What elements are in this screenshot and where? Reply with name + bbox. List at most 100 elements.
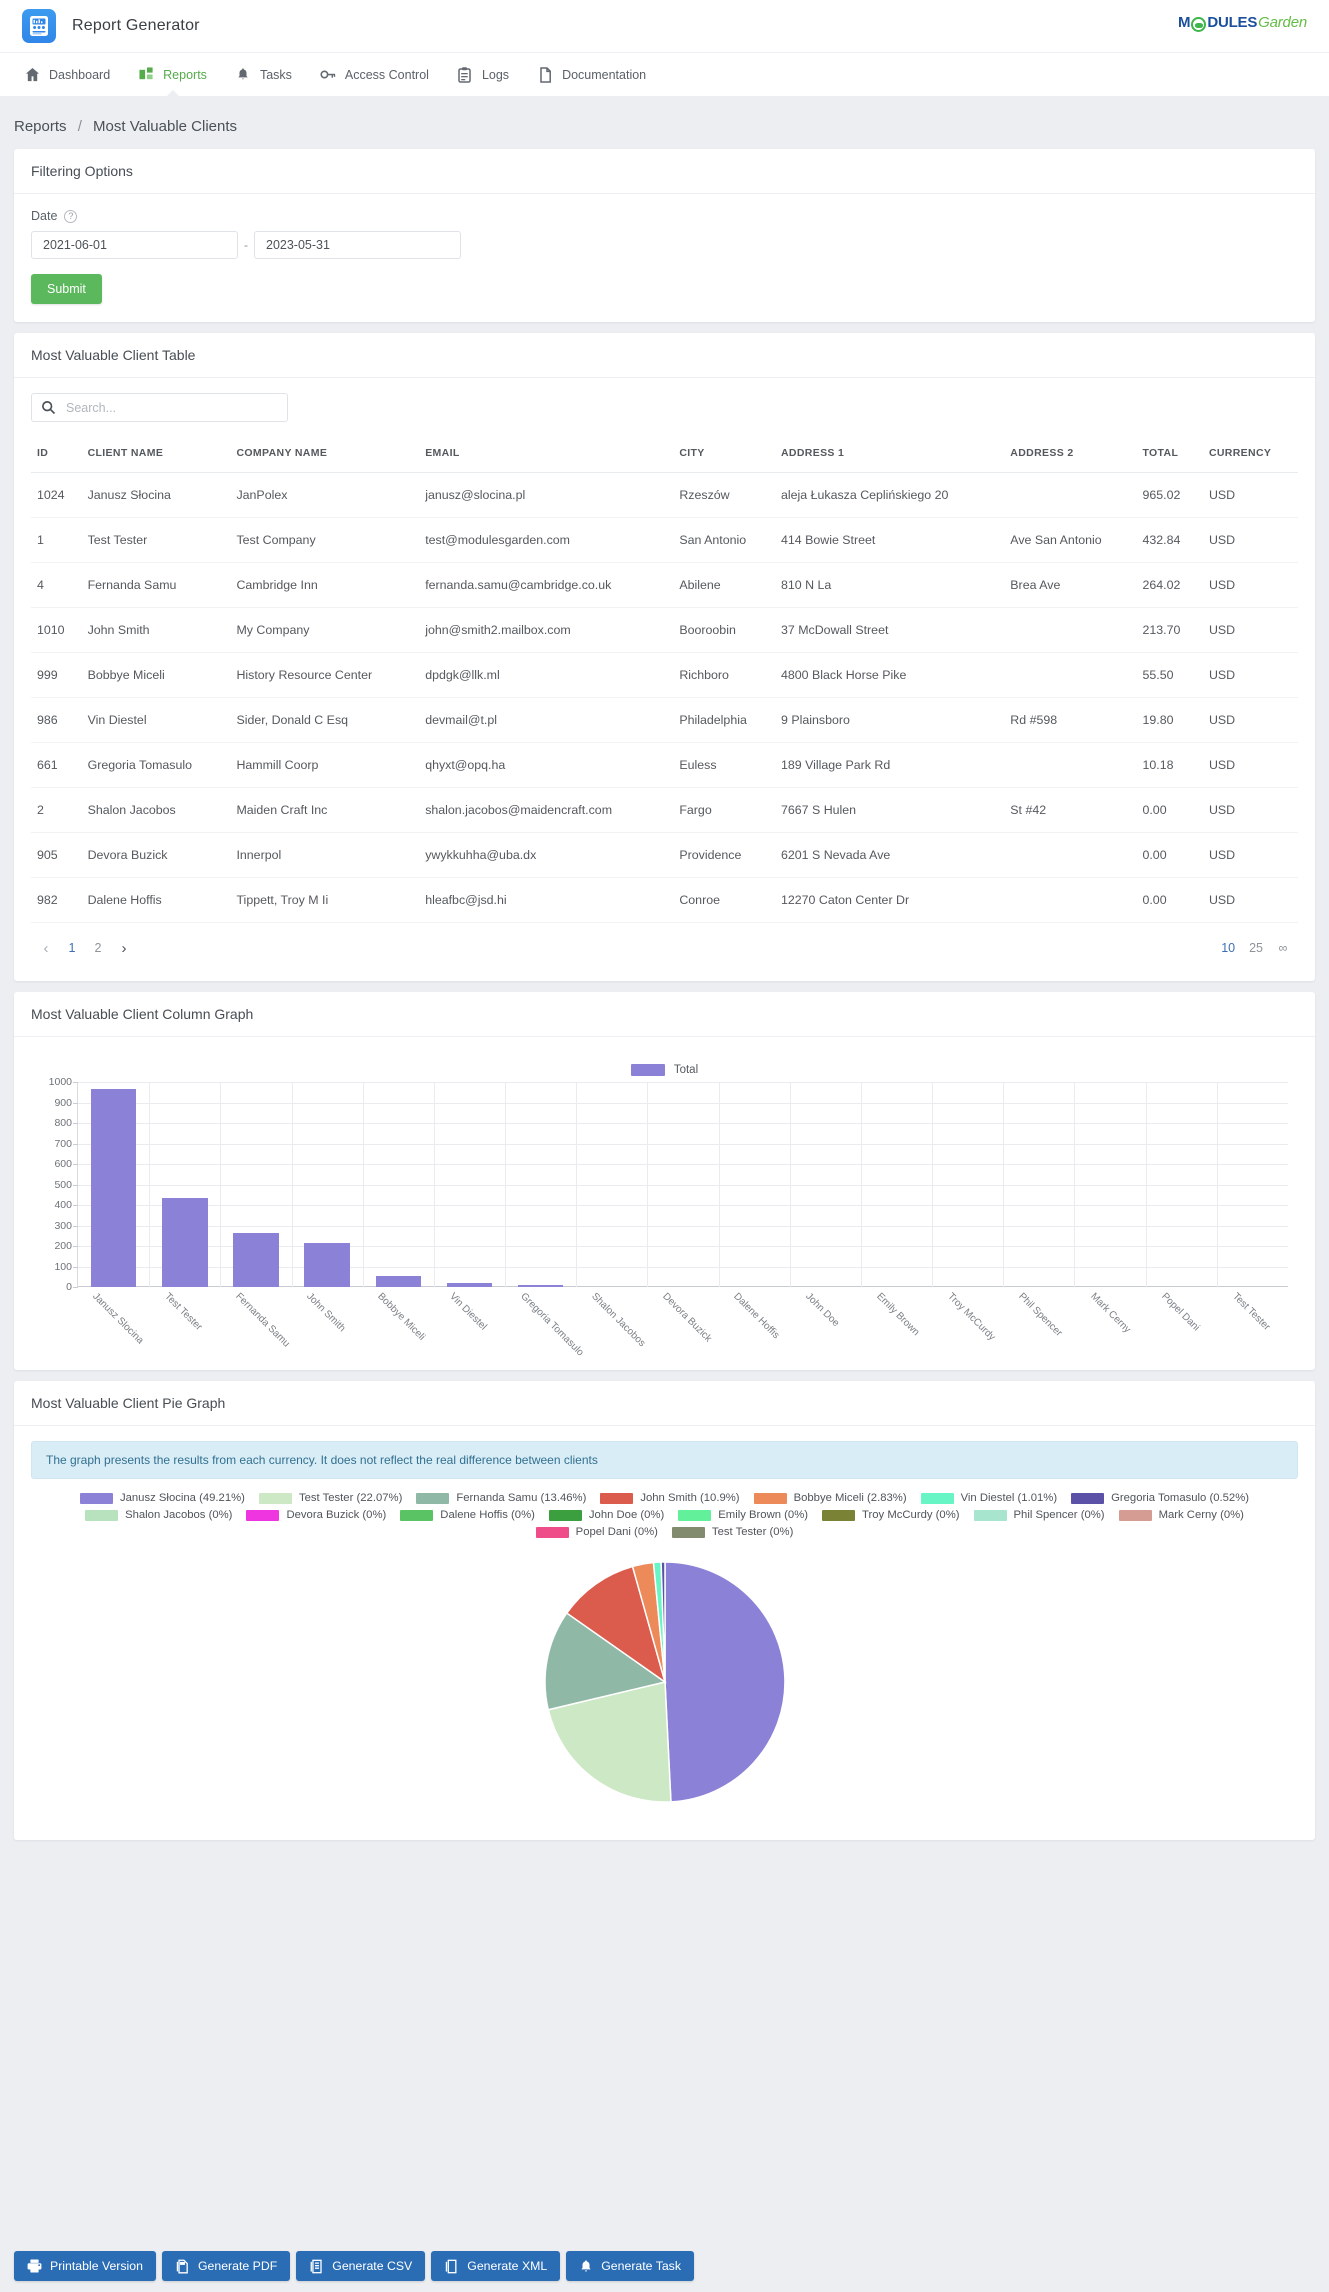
- pie-legend-item[interactable]: Shalon Jacobos (0%): [85, 1509, 232, 1521]
- column-header-email[interactable]: EMAIL: [419, 438, 673, 473]
- generate-task-button[interactable]: Generate Task: [566, 2251, 694, 2281]
- grid-line-vertical: [1074, 1082, 1075, 1287]
- row-id[interactable]: 986: [31, 698, 82, 743]
- generate-pdf-button[interactable]: Generate PDF: [162, 2251, 290, 2281]
- pie-legend-item[interactable]: Dalene Hoffis (0%): [400, 1509, 535, 1521]
- brand-text: M DULES Garden: [1178, 14, 1307, 31]
- row-email[interactable]: qhyxt@opq.ha: [419, 743, 673, 788]
- pagination-page-2[interactable]: 2: [87, 937, 109, 959]
- pie-slice[interactable]: [665, 1562, 785, 1802]
- nav-item-dashboard[interactable]: Dashboard: [10, 53, 124, 97]
- nav-item-tasks[interactable]: Tasks: [221, 53, 306, 97]
- bar[interactable]: [376, 1276, 422, 1287]
- row-client-name[interactable]: Devora Buzick: [82, 833, 231, 878]
- row-id[interactable]: 905: [31, 833, 82, 878]
- pie-legend-item[interactable]: Troy McCurdy (0%): [822, 1509, 960, 1521]
- row-client-name[interactable]: Vin Diestel: [82, 698, 231, 743]
- row-email[interactable]: dpdgk@llk.ml: [419, 653, 673, 698]
- pie-legend-item[interactable]: Gregoria Tomasulo (0.52%): [1071, 1492, 1249, 1504]
- row-id[interactable]: 1010: [31, 608, 82, 653]
- bar[interactable]: [91, 1089, 137, 1287]
- nav-label-reports: Reports: [163, 68, 207, 82]
- pie-chart-holder: [31, 1546, 1298, 1822]
- row-client-name[interactable]: Test Tester: [82, 518, 231, 563]
- generate-xml-button[interactable]: Generate XML: [431, 2251, 560, 2281]
- key-icon: [320, 66, 336, 83]
- pie-legend-item[interactable]: Phil Spencer (0%): [974, 1509, 1105, 1521]
- row-client-name[interactable]: Shalon Jacobos: [82, 788, 231, 833]
- nav-item-reports[interactable]: Reports: [124, 53, 221, 97]
- nav-item-access-control[interactable]: Access Control: [306, 53, 443, 97]
- page-size-10[interactable]: 10: [1216, 937, 1240, 959]
- submit-button[interactable]: Submit: [31, 274, 102, 304]
- column-header-company[interactable]: COMPANY NAME: [230, 438, 419, 473]
- page-size-all[interactable]: ∞: [1272, 937, 1294, 959]
- pie-legend-item[interactable]: Popel Dani (0%): [536, 1526, 658, 1538]
- row-id[interactable]: 1024: [31, 473, 82, 518]
- help-icon[interactable]: ?: [64, 210, 77, 223]
- grid-line-vertical: [149, 1082, 150, 1287]
- column-header-city[interactable]: CITY: [673, 438, 775, 473]
- row-email[interactable]: john@smith2.mailbox.com: [419, 608, 673, 653]
- pagination-prev[interactable]: ‹: [35, 937, 57, 959]
- bar[interactable]: [162, 1198, 208, 1287]
- row-id[interactable]: 1: [31, 518, 82, 563]
- row-email[interactable]: hleafbc@jsd.hi: [419, 878, 673, 923]
- row-email[interactable]: ywykkuhha@uba.dx: [419, 833, 673, 878]
- pie-legend-item[interactable]: Test Tester (22.07%): [259, 1492, 402, 1504]
- x-axis-tick-label: Janusz Slocina: [91, 1291, 146, 1346]
- pie-chart: [543, 1560, 787, 1804]
- row-id[interactable]: 982: [31, 878, 82, 923]
- nav-item-documentation[interactable]: Documentation: [523, 53, 660, 97]
- legend-label-total: Total: [674, 1064, 698, 1076]
- pie-legend-item[interactable]: Emily Brown (0%): [678, 1509, 808, 1521]
- row-email[interactable]: devmail@t.pl: [419, 698, 673, 743]
- row-id[interactable]: 4: [31, 563, 82, 608]
- row-client-name[interactable]: John Smith: [82, 608, 231, 653]
- pie-legend-swatch: [549, 1510, 582, 1521]
- row-client-name[interactable]: Gregoria Tomasulo: [82, 743, 231, 788]
- row-currency: USD: [1203, 833, 1298, 878]
- pie-legend-item[interactable]: Test Tester (0%): [672, 1526, 793, 1538]
- pagination-page-1[interactable]: 1: [61, 937, 83, 959]
- generate-csv-button[interactable]: Generate CSV: [296, 2251, 425, 2281]
- row-id[interactable]: 2: [31, 788, 82, 833]
- column-header-total[interactable]: TOTAL: [1136, 438, 1202, 473]
- row-email[interactable]: fernanda.samu@cambridge.co.uk: [419, 563, 673, 608]
- pie-legend-item[interactable]: John Smith (10.9%): [600, 1492, 739, 1504]
- bar[interactable]: [233, 1233, 279, 1287]
- date-to-input[interactable]: [254, 231, 461, 259]
- row-email[interactable]: janusz@slocina.pl: [419, 473, 673, 518]
- pagination-next[interactable]: ›: [113, 937, 135, 959]
- pie-legend-item[interactable]: John Doe (0%): [549, 1509, 664, 1521]
- pie-legend-item[interactable]: Vin Diestel (1.01%): [921, 1492, 1058, 1504]
- row-client-name[interactable]: Bobbye Miceli: [82, 653, 231, 698]
- column-header-address2[interactable]: ADDRESS 2: [1004, 438, 1136, 473]
- pie-legend-swatch: [600, 1493, 633, 1504]
- row-email[interactable]: shalon.jacobos@maidencraft.com: [419, 788, 673, 833]
- pie-legend-item[interactable]: Bobbye Miceli (2.83%): [754, 1492, 907, 1504]
- row-client-name[interactable]: Fernanda Samu: [82, 563, 231, 608]
- printable-version-button[interactable]: Printable Version: [14, 2251, 156, 2281]
- column-header-id[interactable]: ID: [31, 438, 82, 473]
- column-header-currency[interactable]: CURRENCY: [1203, 438, 1298, 473]
- nav-item-logs[interactable]: Logs: [443, 53, 523, 97]
- row-client-name[interactable]: Dalene Hoffis: [82, 878, 231, 923]
- pie-legend-item[interactable]: Devora Buzick (0%): [246, 1509, 386, 1521]
- row-client-name[interactable]: Janusz Słocina: [82, 473, 231, 518]
- pie-legend-item[interactable]: Mark Cerny (0%): [1119, 1509, 1244, 1521]
- column-header-address1[interactable]: ADDRESS 1: [775, 438, 1004, 473]
- page-size-25[interactable]: 25: [1244, 937, 1268, 959]
- date-from-input[interactable]: [31, 231, 238, 259]
- breadcrumb-parent[interactable]: Reports: [14, 118, 67, 135]
- pie-legend-item[interactable]: Fernanda Samu (13.46%): [416, 1492, 586, 1504]
- bar[interactable]: [304, 1243, 350, 1287]
- row-email[interactable]: test@modulesgarden.com: [419, 518, 673, 563]
- search-input[interactable]: [31, 393, 288, 422]
- table-row: 999Bobbye MiceliHistory Resource Centerd…: [31, 653, 1298, 698]
- row-id[interactable]: 661: [31, 743, 82, 788]
- row-company-name: Maiden Craft Inc: [230, 788, 419, 833]
- column-header-client[interactable]: CLIENT NAME: [82, 438, 231, 473]
- pie-legend-item[interactable]: Janusz Słocina (49.21%): [80, 1492, 245, 1504]
- row-id[interactable]: 999: [31, 653, 82, 698]
